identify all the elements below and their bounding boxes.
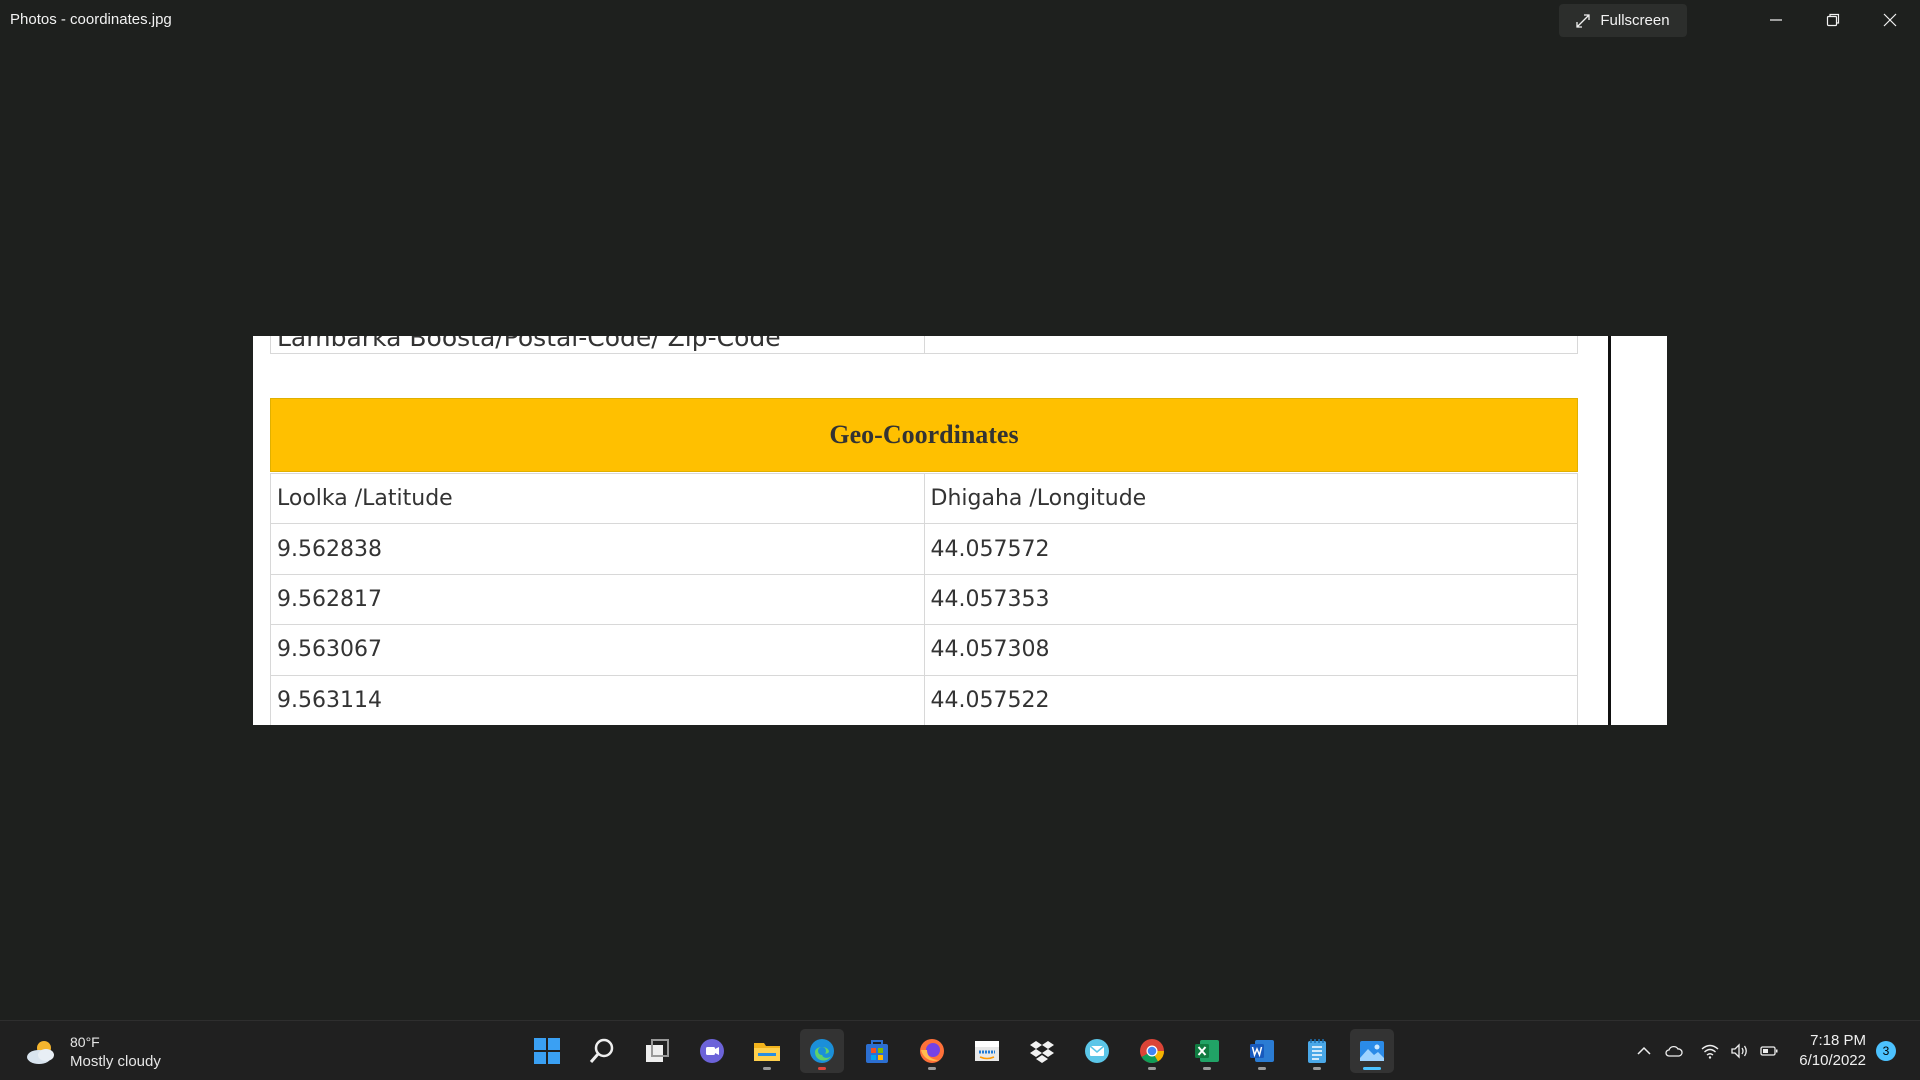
store-button[interactable] — [855, 1029, 899, 1073]
volume-tray-button[interactable] — [1729, 1021, 1749, 1080]
longitude-column-header: Dhigaha /Longitude — [923, 472, 1578, 525]
amazon-button[interactable] — [965, 1029, 1009, 1073]
notepad-icon — [1308, 1039, 1326, 1063]
chat-button[interactable] — [690, 1029, 734, 1073]
latitude-cell: 9.562817 — [270, 573, 925, 626]
expand-icon — [1576, 13, 1591, 28]
fullscreen-button[interactable]: Fullscreen — [1559, 4, 1687, 37]
chrome-button[interactable] — [1130, 1029, 1174, 1073]
edge-icon — [810, 1039, 834, 1063]
longitude-cell: 44.057353 — [923, 573, 1578, 626]
clock-date: 6/10/2022 — [1799, 1052, 1866, 1069]
firefox-button[interactable] — [910, 1029, 954, 1073]
restore-icon — [1826, 13, 1840, 27]
taskbar: 80°F Mostly cloudy 7:18 PM 6/10/2022 3 — [0, 1020, 1920, 1080]
weather-condition: Mostly cloudy — [70, 1053, 161, 1070]
onedrive-tray-button[interactable] — [1664, 1021, 1684, 1080]
close-button[interactable] — [1862, 0, 1918, 40]
cloud-icon — [1665, 1045, 1683, 1057]
latitude-column-header: Loolka /Latitude — [270, 472, 925, 525]
table-row: 9.563114 44.057522 — [270, 674, 1578, 725]
latitude-cell: 9.562838 — [270, 523, 925, 575]
title-bar: Photos - coordinates.jpg Fullscreen — [0, 0, 1920, 40]
postal-code-label: Lambarka Boosta/Postal-Code/ Zip-Code — [271, 336, 925, 353]
photos-icon — [1360, 1041, 1384, 1061]
firefox-icon — [920, 1039, 944, 1063]
geo-coordinates-header: Geo-Coordinates — [270, 398, 1578, 472]
battery-icon — [1760, 1046, 1778, 1056]
photo-view[interactable]: Lambarka Boosta/Postal-Code/ Zip-Code Ge… — [253, 336, 1667, 725]
battery-tray-button[interactable] — [1759, 1021, 1779, 1080]
word-icon — [1250, 1040, 1274, 1062]
dropbox-button[interactable] — [1020, 1029, 1064, 1073]
weather-widget[interactable]: 80°F Mostly cloudy — [24, 1033, 161, 1071]
postal-code-row: Lambarka Boosta/Postal-Code/ Zip-Code — [270, 336, 1578, 354]
word-button[interactable] — [1240, 1029, 1284, 1073]
photo-border-line — [1608, 336, 1611, 725]
coordinates-table: Loolka /Latitude Dhigaha /Longitude 9.56… — [270, 472, 1578, 725]
teams-chat-icon — [700, 1039, 724, 1063]
table-row: 9.562838 44.057572 — [270, 523, 1578, 575]
notepad-button[interactable] — [1295, 1029, 1339, 1073]
latitude-cell: 9.563114 — [270, 674, 925, 725]
task-view-button[interactable] — [635, 1029, 679, 1073]
chevron-up-icon — [1637, 1046, 1651, 1055]
mail-icon — [1085, 1039, 1109, 1063]
start-button[interactable] — [525, 1029, 569, 1073]
clock-time: 7:18 PM — [1810, 1032, 1866, 1049]
search-button[interactable] — [580, 1029, 624, 1073]
weather-temperature: 80°F — [70, 1034, 100, 1050]
excel-icon — [1195, 1040, 1219, 1062]
partly-cloudy-icon — [27, 1041, 54, 1064]
file-explorer-icon — [754, 1043, 780, 1061]
windows-start-icon — [534, 1038, 560, 1064]
restore-button[interactable] — [1805, 0, 1861, 40]
wifi-tray-button[interactable] — [1700, 1021, 1720, 1080]
latitude-cell: 9.563067 — [270, 624, 925, 676]
fullscreen-label: Fullscreen — [1600, 12, 1670, 29]
longitude-cell: 44.057522 — [923, 674, 1578, 725]
show-hidden-icons-button[interactable] — [1634, 1021, 1654, 1080]
chrome-icon — [1140, 1039, 1164, 1064]
volume-icon — [1731, 1043, 1747, 1059]
mail-button[interactable] — [1075, 1029, 1119, 1073]
search-icon — [589, 1038, 614, 1063]
table-row: 9.563067 44.057308 — [270, 624, 1578, 676]
longitude-cell: 44.057572 — [923, 523, 1578, 575]
table-header-row: Loolka /Latitude Dhigaha /Longitude — [270, 472, 1578, 525]
window-title: Photos - coordinates.jpg — [10, 11, 172, 28]
close-icon — [1883, 13, 1897, 27]
postal-code-value — [925, 336, 1577, 353]
excel-button[interactable] — [1185, 1029, 1229, 1073]
photos-button[interactable] — [1350, 1029, 1394, 1073]
file-explorer-button[interactable] — [745, 1029, 789, 1073]
table-row: 9.562817 44.057353 — [270, 573, 1578, 626]
wifi-icon — [1701, 1044, 1719, 1059]
clock[interactable]: 7:18 PM 6/10/2022 — [1790, 1031, 1866, 1071]
task-view-icon — [646, 1039, 669, 1062]
minimize-button[interactable] — [1748, 0, 1804, 40]
minimize-icon — [1770, 19, 1782, 21]
edge-button[interactable] — [800, 1029, 844, 1073]
dropbox-icon — [1030, 1041, 1054, 1063]
longitude-cell: 44.057308 — [923, 624, 1578, 676]
amazon-icon — [975, 1041, 999, 1061]
notification-badge[interactable]: 3 — [1876, 1041, 1896, 1061]
store-icon — [866, 1040, 888, 1063]
